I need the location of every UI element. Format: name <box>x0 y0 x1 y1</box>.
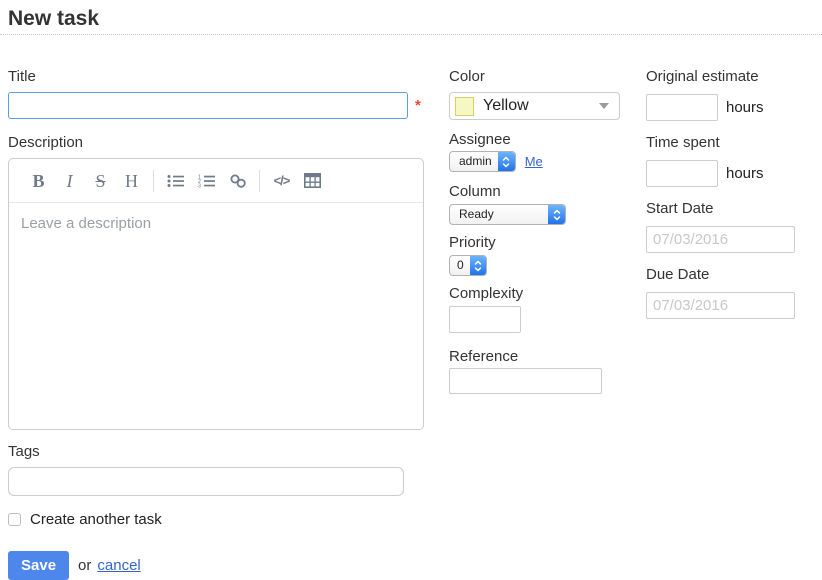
create-another-checkbox[interactable] <box>8 513 21 526</box>
reference-input[interactable] <box>449 368 602 394</box>
start-date-label: Start Date <box>646 200 816 217</box>
priority-selected-value: 0 <box>450 256 470 275</box>
bold-button[interactable]: B <box>23 168 54 194</box>
column-label: Column <box>449 183 634 200</box>
page-title: New task <box>8 7 814 31</box>
select-stepper-icon <box>548 205 565 224</box>
strikethrough-button[interactable]: S <box>85 168 116 194</box>
create-another-label: Create another task <box>30 511 162 528</box>
yellow-swatch-icon <box>455 97 474 116</box>
original-estimate-label: Original estimate <box>646 68 816 85</box>
ordered-list-icon: 1 2 3 <box>198 173 215 189</box>
table-icon <box>304 173 321 188</box>
select-stepper-icon <box>470 256 487 275</box>
original-estimate-input[interactable] <box>646 94 718 121</box>
table-button[interactable] <box>297 168 328 194</box>
toolbar-separator <box>259 170 260 192</box>
assignee-selected-value: admin <box>450 152 498 171</box>
color-select[interactable]: Yellow <box>449 92 620 120</box>
cancel-link[interactable]: cancel <box>97 557 140 574</box>
column-select[interactable]: Ready <box>449 204 566 225</box>
required-asterisk: * <box>415 97 421 114</box>
link-button[interactable] <box>222 168 253 194</box>
color-label: Color <box>449 68 634 85</box>
original-estimate-suffix: hours <box>726 99 764 116</box>
svg-text:3: 3 <box>198 183 201 188</box>
or-text: or <box>78 557 91 574</box>
select-stepper-icon <box>498 152 515 171</box>
complexity-label: Complexity <box>449 285 634 302</box>
code-icon: </> <box>274 173 290 188</box>
unordered-list-button[interactable] <box>160 168 191 194</box>
time-spent-row: hours <box>646 160 816 187</box>
due-date-input[interactable] <box>646 292 795 319</box>
description-editor: B I S H <box>8 158 424 430</box>
middle-column: Color Yellow Assignee admin Me Column Re… <box>449 68 634 394</box>
assignee-label: Assignee <box>449 131 634 148</box>
tags-label: Tags <box>8 443 424 460</box>
link-icon <box>229 173 247 189</box>
original-estimate-row: hours <box>646 94 816 121</box>
editor-toolbar: B I S H <box>9 159 423 203</box>
description-label: Description <box>8 134 424 151</box>
column-selected-value: Ready <box>450 205 548 224</box>
bold-icon: B <box>32 172 44 190</box>
left-column: Title * Description B I S H <box>8 68 424 580</box>
form-actions: Save or cancel <box>8 551 424 580</box>
save-button[interactable]: Save <box>8 551 69 580</box>
right-column: Original estimate hours Time spent hours… <box>646 68 816 332</box>
page-header: New task <box>0 0 822 35</box>
toolbar-separator <box>153 170 154 192</box>
heading-button[interactable]: H <box>116 168 147 194</box>
italic-icon: I <box>67 172 73 190</box>
time-spent-input[interactable] <box>646 160 718 187</box>
title-input[interactable] <box>8 92 408 119</box>
caret-down-icon <box>599 103 609 109</box>
complexity-input[interactable] <box>449 306 521 333</box>
unordered-list-icon <box>167 173 184 189</box>
assign-to-me-link[interactable]: Me <box>525 154 543 169</box>
priority-select[interactable]: 0 <box>449 255 487 276</box>
assignee-row: admin Me <box>449 151 634 172</box>
create-another-row[interactable]: Create another task <box>8 511 424 528</box>
title-row: * <box>8 92 424 119</box>
description-textarea[interactable] <box>9 203 423 429</box>
strikethrough-icon: S <box>95 172 105 190</box>
reference-label: Reference <box>449 348 634 365</box>
title-label: Title <box>8 68 424 85</box>
ordered-list-button[interactable]: 1 2 3 <box>191 168 222 194</box>
due-date-label: Due Date <box>646 266 816 283</box>
heading-icon: H <box>125 172 138 190</box>
start-date-input[interactable] <box>646 226 795 253</box>
priority-label: Priority <box>449 234 634 251</box>
italic-button[interactable]: I <box>54 168 85 194</box>
time-spent-label: Time spent <box>646 134 816 151</box>
color-selected-value: Yellow <box>483 97 529 115</box>
code-button[interactable]: </> <box>266 168 297 194</box>
tags-input[interactable] <box>8 467 404 496</box>
time-spent-suffix: hours <box>726 165 764 182</box>
assignee-select[interactable]: admin <box>449 151 516 172</box>
